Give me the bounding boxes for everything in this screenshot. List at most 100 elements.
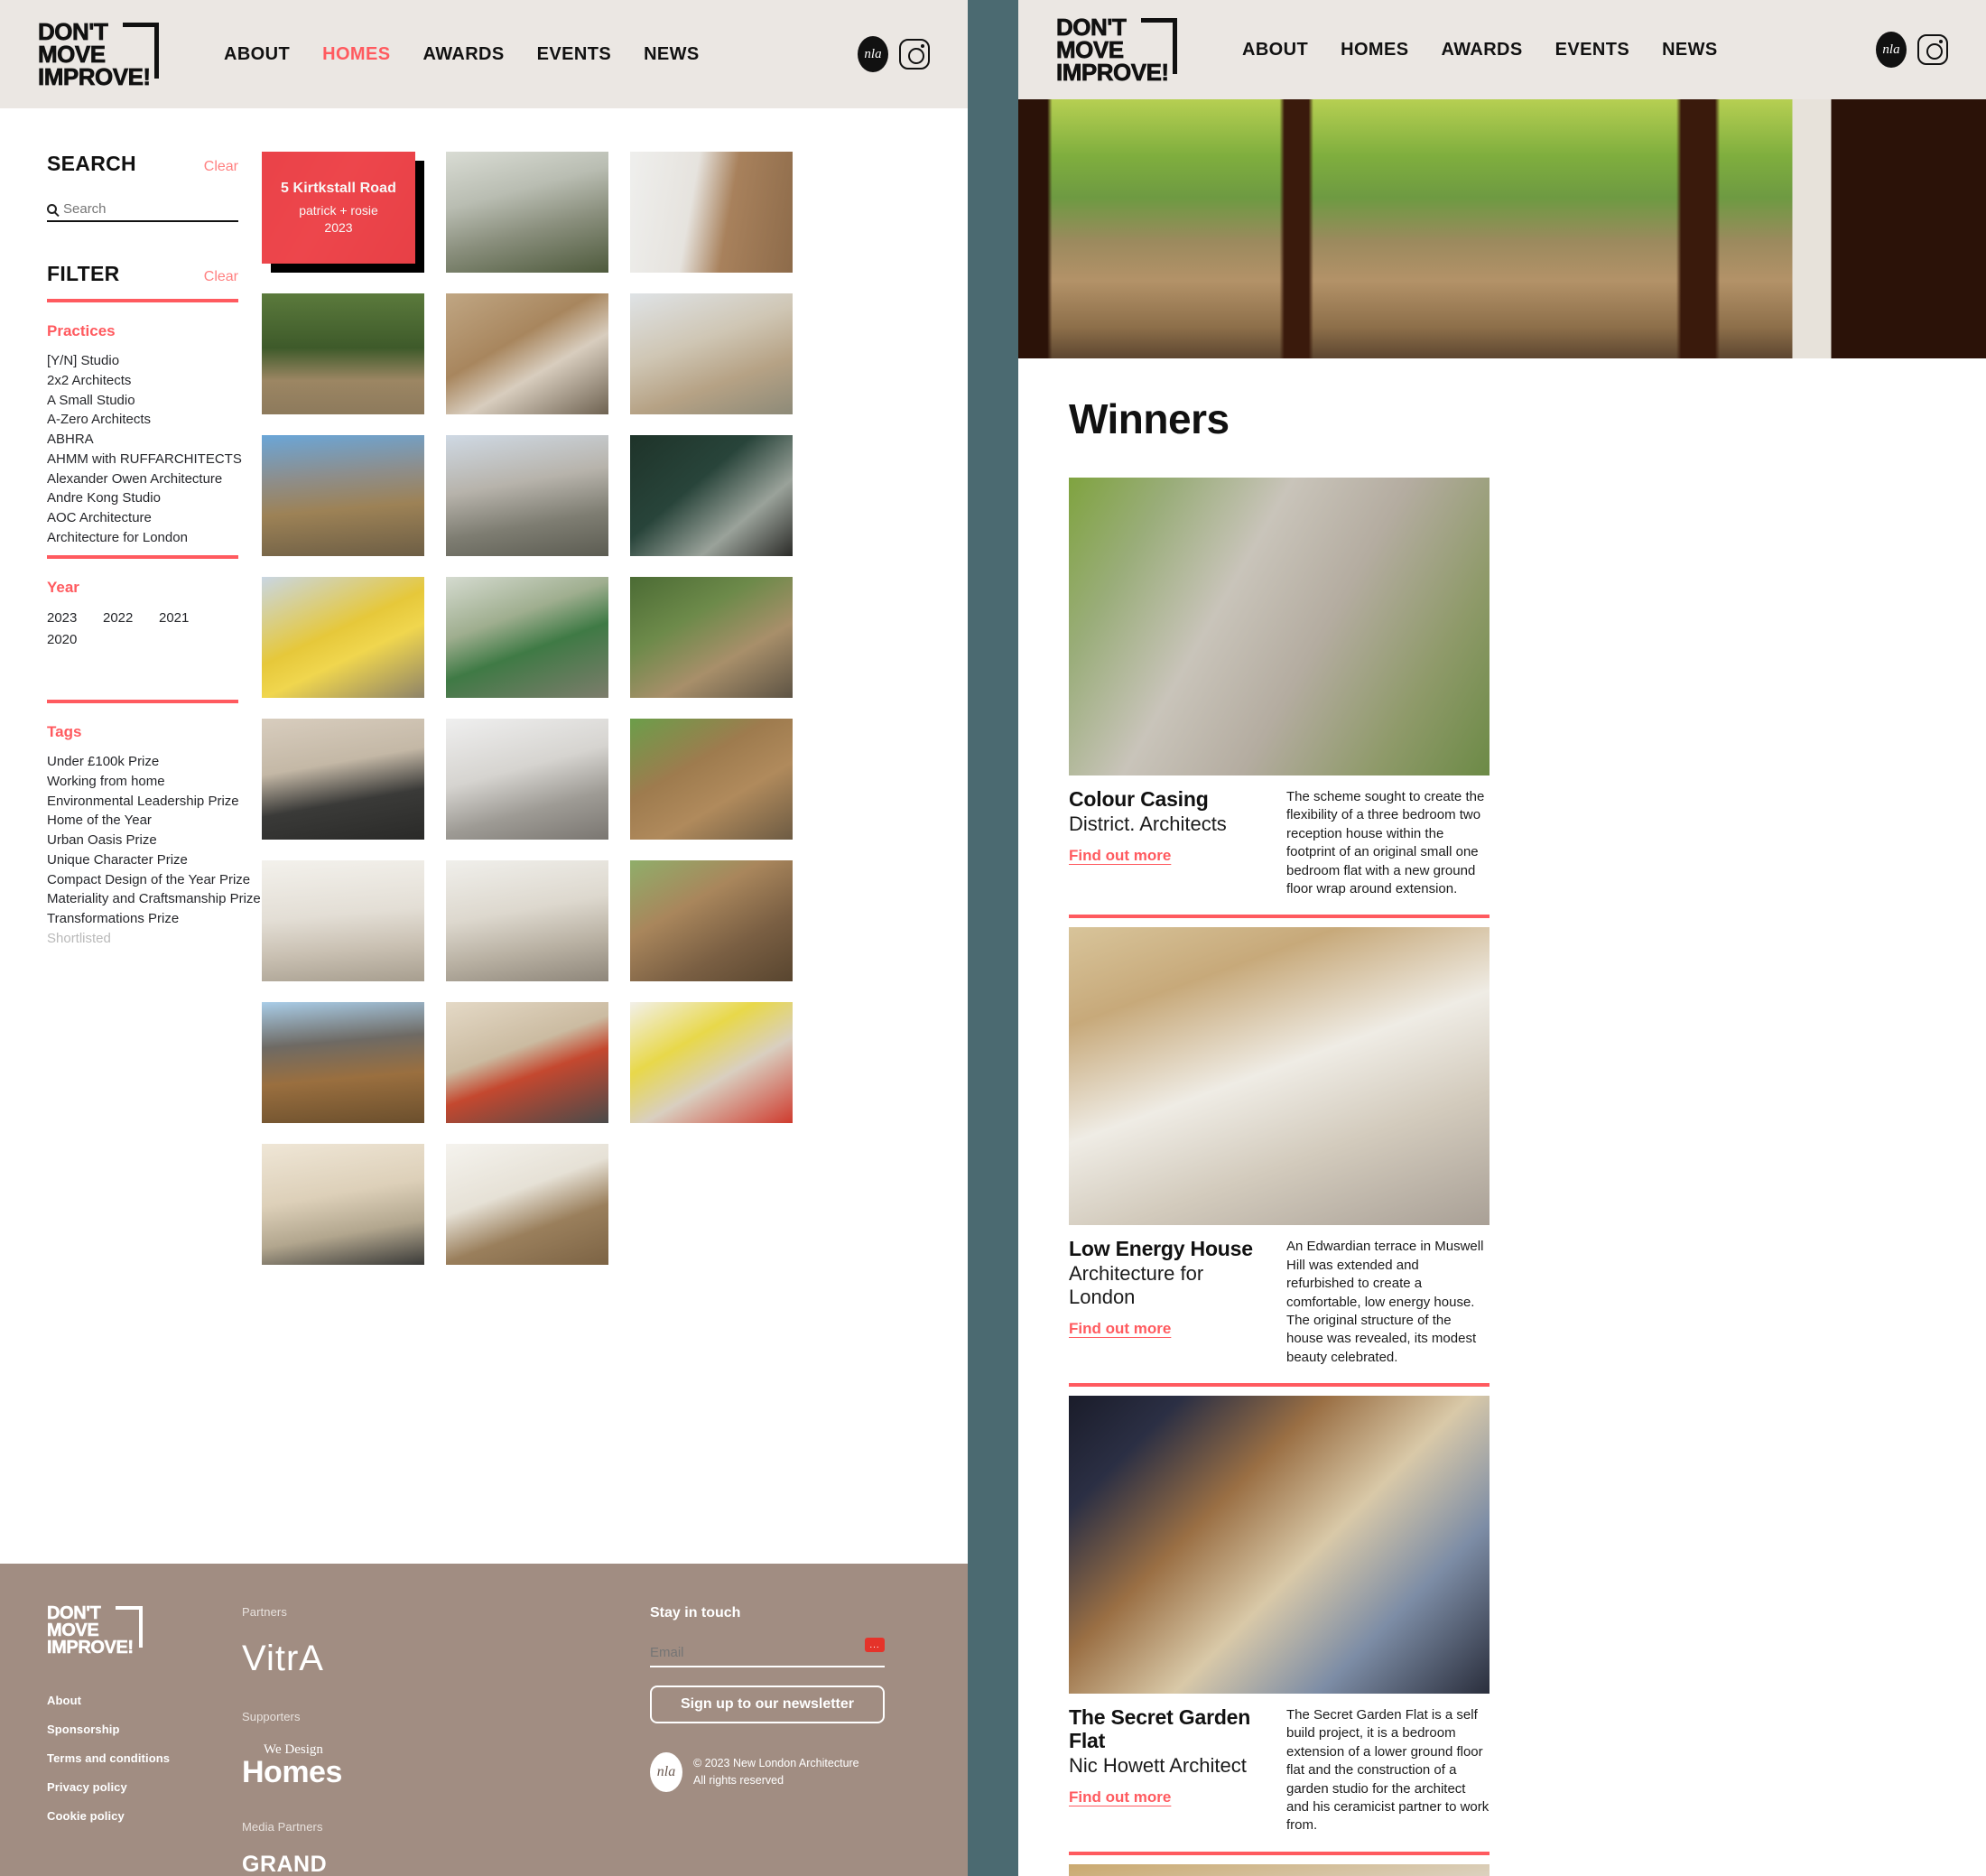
winner-architect: Nic Howett Architect [1069,1753,1247,1777]
nav-item-homes[interactable]: HOMES [1341,40,1408,60]
footer-link-about[interactable]: About [47,1694,227,1707]
filter-option-tag[interactable]: Home of the Year [47,811,262,831]
filter-option-practice[interactable]: ABHRA [47,430,262,450]
filter-option-tag[interactable]: Compact Design of the Year Prize [47,870,262,890]
nav-item-news[interactable]: NEWS [1662,40,1718,60]
project-thumbnail[interactable] [446,860,608,981]
filter-option-practice[interactable]: Andre Kong Studio [47,488,262,508]
project-thumbnail[interactable] [262,860,424,981]
header-social-links: nla [858,36,930,72]
filter-option-tag[interactable]: Working from home [47,772,262,792]
filter-option-tag[interactable]: Unique Character Prize [47,850,262,870]
winner-image [1069,1863,1490,1876]
filter-group-title-tags: Tags [47,723,82,740]
filter-group-title-practices: Practices [47,322,116,339]
project-thumbnail[interactable] [262,577,424,698]
footer-link-terms[interactable]: Terms and conditions [47,1751,227,1765]
find-out-more-link[interactable]: Find out more [1069,1320,1171,1338]
filter-option-year[interactable]: 2021 [159,608,215,629]
featured-tile-architect: patrick + rosie [299,203,378,218]
footer-links-column: DON'T MOVE IMPROVE! About Sponsorship Te… [47,1604,227,1876]
project-thumbnail[interactable] [446,577,608,698]
nav-item-about[interactable]: ABOUT [1242,40,1308,60]
filter-option-practice[interactable]: AHMM with RUFFARCHITECTS [47,450,262,469]
filter-option-practice[interactable]: AOC Architecture [47,508,262,528]
nla-circle-icon[interactable]: nla [1876,32,1907,68]
filter-option-tag[interactable]: Under £100k Prize [47,752,262,772]
filter-option-tag[interactable]: Shortlisted [47,929,262,949]
filter-option-year[interactable]: 2020 [47,629,103,651]
nav-item-awards[interactable]: AWARDS [422,44,504,65]
newsletter-signup-button[interactable]: Sign up to our newsletter [650,1686,885,1723]
project-thumbnail[interactable] [446,152,608,273]
project-thumbnail[interactable] [262,293,424,414]
media-logo-grand-designs[interactable]: GRAND DESIGNS MAGAZINE [242,1853,337,1876]
filter-option-practice[interactable]: Architecture for London [47,528,262,543]
nav-item-about[interactable]: ABOUT [224,44,290,65]
featured-project-tile[interactable]: 5 Kirtkstall Road patrick + rosie 2023 [262,152,424,273]
footer-link-cookie[interactable]: Cookie policy [47,1809,227,1823]
search-box[interactable] [47,201,238,222]
project-thumbnail[interactable] [630,1002,793,1123]
filter-option-tag[interactable]: Transformations Prize [47,909,262,929]
project-thumbnail[interactable] [630,577,793,698]
nav-item-news[interactable]: NEWS [644,44,700,65]
filter-option-tag[interactable]: Urban Oasis Prize [47,831,262,850]
winner-card[interactable]: Low Energy House Architecture for London… [1069,927,1490,1388]
project-thumbnail[interactable] [262,719,424,840]
site-logo[interactable]: DON'T MOVE IMPROVE! [38,19,173,88]
project-thumbnail[interactable] [446,719,608,840]
filter-clear-link[interactable]: Clear [204,269,238,285]
search-clear-link[interactable]: Clear [204,159,238,175]
winner-divider [1069,1851,1490,1855]
nav-item-events[interactable]: EVENTS [1555,40,1629,60]
supporter-logo-we-design-homes[interactable]: We Design Homes [242,1743,540,1789]
newsletter-email-input[interactable] [650,1645,831,1660]
winner-description: The scheme sought to create the flexibil… [1286,789,1485,896]
filter-option-practice[interactable]: 2x2 Architects [47,371,262,391]
project-thumbnail[interactable] [446,1144,608,1265]
footer-link-sponsorship[interactable]: Sponsorship [47,1723,227,1736]
project-thumbnail[interactable] [446,1002,608,1123]
filter-option-practice[interactable]: A Small Studio [47,391,262,411]
footer-logo[interactable]: DON'T MOVE IMPROVE! [47,1604,146,1661]
instagram-icon[interactable] [1917,34,1948,65]
instagram-icon[interactable] [899,39,930,70]
project-thumbnail[interactable] [446,293,608,414]
winner-card[interactable]: Colour Casing District. Architects Find … [1069,478,1490,919]
copyright-line-2: All rights reserved [693,1774,784,1787]
search-input[interactable] [63,201,217,217]
filter-title: FILTER [47,262,120,285]
filter-option-year[interactable]: 2023 [47,608,103,629]
winner-architect: Architecture for London [1069,1262,1204,1309]
project-thumbnail[interactable] [630,293,793,414]
find-out-more-link[interactable]: Find out more [1069,1788,1171,1806]
winner-card[interactable]: The Secret Garden Flat Nic Howett Archit… [1069,1396,1490,1855]
project-thumbnail[interactable] [630,860,793,981]
project-thumbnail[interactable] [262,435,424,556]
nla-circle-icon[interactable]: nla [858,36,888,72]
winner-card[interactable]: Kitchen in the Woods A Small Studio Find… [1069,1863,1490,1876]
winner-name: Colour Casing [1069,787,1209,811]
footer-link-privacy[interactable]: Privacy policy [47,1780,227,1794]
filter-option-practice[interactable]: [Y/N] Studio [47,351,262,371]
project-thumbnail[interactable] [630,719,793,840]
project-thumbnail[interactable] [262,1002,424,1123]
project-thumbnail[interactable] [446,435,608,556]
filter-option-practice[interactable]: Alexander Owen Architecture [47,469,262,489]
project-thumbnail[interactable] [262,1144,424,1265]
filter-option-practice[interactable]: A-Zero Architects [47,410,262,430]
filter-option-year[interactable]: 2022 [103,608,159,629]
project-thumbnail[interactable] [630,435,793,556]
nav-item-awards[interactable]: AWARDS [1441,40,1522,60]
footer-logo-bracket-icon [116,1606,143,1648]
nav-item-homes[interactable]: HOMES [322,44,390,65]
partner-logo-vitra[interactable]: VitrA [242,1639,540,1679]
filter-option-tag[interactable]: Environmental Leadership Prize [47,792,262,812]
filter-option-tag[interactable]: Materiality and Craftsmanship Prize [47,889,262,909]
site-logo[interactable]: DON'T MOVE IMPROVE! [1056,14,1192,84]
project-thumbnail[interactable] [630,152,793,273]
search-header: SEARCH Clear [47,152,238,176]
nav-item-events[interactable]: EVENTS [537,44,611,65]
find-out-more-link[interactable]: Find out more [1069,847,1171,865]
